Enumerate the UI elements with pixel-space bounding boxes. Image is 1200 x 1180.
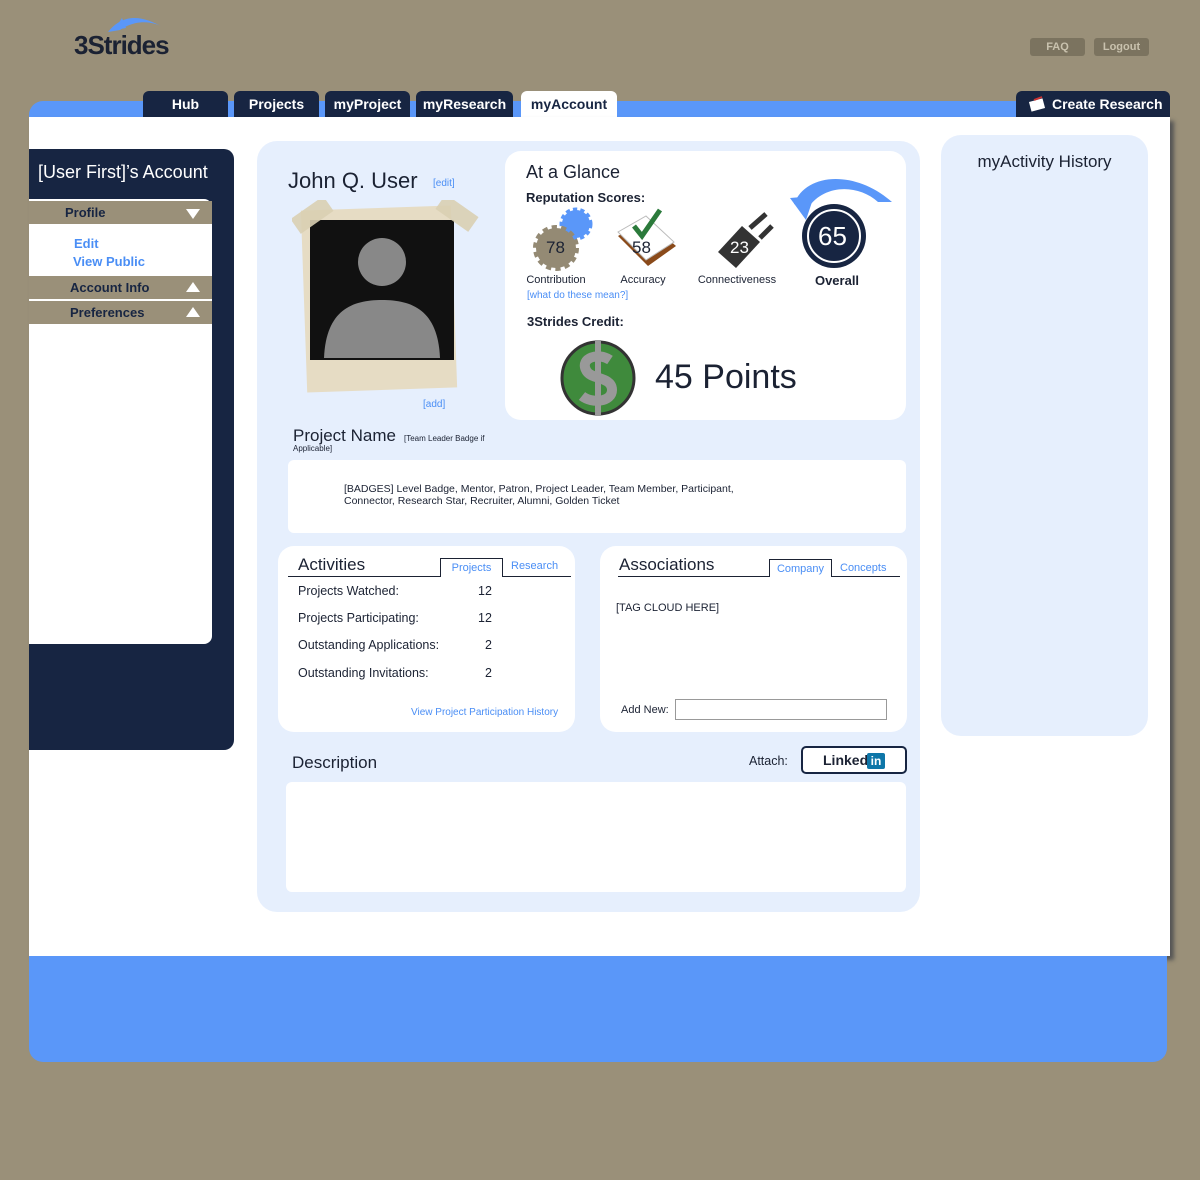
projects-watched-label: Projects Watched: [298,584,399,598]
add-new-input[interactable] [675,699,887,720]
linkedin-text: Linked [823,752,869,768]
projects-participating-value: 12 [478,611,492,625]
collapse-down-icon[interactable] [186,209,200,219]
create-research-button[interactable]: Create Research [1016,91,1170,117]
team-leader-badge-note: [Team Leader Badge if Applicable] [293,434,485,453]
add-new-label: Add New: [621,704,669,716]
participation-history-link[interactable]: View Project Participation History [411,707,558,718]
tab-projects[interactable]: Projects [234,91,319,117]
credit-label: 3Strides Credit: [527,314,624,329]
sidebar-section-profile[interactable]: Profile [29,201,212,224]
activity-history-title: myActivity History [977,152,1112,171]
badges-line-1: [BADGES] Level Badge, Mentor, Patron, Pr… [344,483,734,495]
credit-dollar-icon [560,340,636,416]
contribution-gear-icon [533,207,593,271]
contribution-label: Contribution [526,274,586,286]
description-box[interactable] [286,782,906,892]
preferences-label: Preferences [70,305,145,320]
add-photo-link[interactable]: [add] [423,399,445,410]
activities-title: Activities [298,555,366,574]
activity-history-panel [941,135,1148,736]
avatar [292,200,479,393]
tab-projects-activities[interactable]: Projects [440,558,503,577]
logout-button[interactable]: Logout [1094,38,1149,56]
tab-concepts[interactable]: Concepts [840,562,886,574]
glance-title: At a Glance [526,162,621,182]
overall-label: Overall [814,273,860,288]
outstanding-applications-label: Outstanding Applications: [298,638,440,652]
footer-band [29,956,1167,1062]
expand-up-icon[interactable] [186,307,200,317]
accuracy-label: Accuracy [620,274,666,286]
profile-label: Profile [65,205,106,220]
sidebar-item-edit[interactable]: Edit [74,236,99,251]
credit-points: 45 Points [655,358,797,396]
tab-research-activities[interactable]: Research [511,560,558,572]
create-research-icon [1028,96,1046,112]
projects-watched-value: 12 [478,584,492,598]
tag-cloud: [TAG CLOUD HERE] [616,602,720,614]
sidebar-title: [User First]’s Account [38,162,208,182]
badges-line-2: Connector, Research Star, Recruiter, Alu… [344,495,620,507]
account-info-label: Account Info [70,280,150,295]
outstanding-invitations-value: 2 [485,666,492,680]
connectiveness-label: Connectiveness [697,274,777,286]
associations-title: Associations [619,555,715,574]
sidebar-section-account-info[interactable]: Account Info [29,276,212,299]
tab-hub[interactable]: Hub [143,91,228,117]
logo[interactable]: 3Strides [74,30,170,61]
edit-name-link[interactable]: [edit] [433,178,455,189]
activities-divider [288,576,571,577]
linkedin-attach-button[interactable]: Linked in [801,746,907,774]
tab-myproject[interactable]: myProject [325,91,410,117]
tab-myaccount[interactable]: myAccount [521,91,617,117]
outstanding-applications-value: 2 [485,638,492,652]
connectiveness-score: 23 [730,238,749,257]
tab-company[interactable]: Company [769,559,832,577]
contribution-score: 78 [546,238,565,257]
faq-button[interactable]: FAQ [1030,38,1085,56]
accuracy-score: 58 [632,238,651,257]
overall-score: 65 [818,221,847,251]
tab-myresearch[interactable]: myResearch [416,91,513,117]
create-research-label: Create Research [1052,96,1163,112]
what-scores-link[interactable]: [what do these mean?] [527,290,628,301]
outstanding-invitations-label: Outstanding Invitations: [298,666,429,680]
projects-participating-label: Projects Participating: [298,611,419,625]
associations-divider [618,576,900,577]
reputation-label: Reputation Scores: [526,190,646,205]
description-title: Description [292,753,378,772]
user-name: John Q. User [288,168,418,193]
sidebar-section-preferences[interactable]: Preferences [29,301,212,324]
sidebar-item-view-public[interactable]: View Public [73,254,145,269]
attach-label: Attach: [749,754,788,768]
linkedin-in-icon: in [867,753,885,769]
expand-up-icon[interactable] [186,282,200,292]
